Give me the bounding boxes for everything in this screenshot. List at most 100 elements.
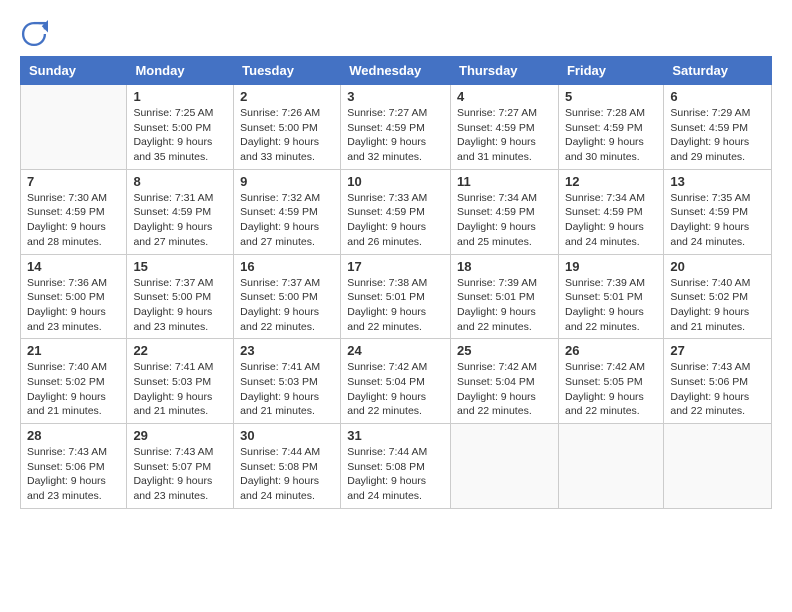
calendar-cell: 26 Sunrise: 7:42 AM Sunset: 5:05 PM Dayli… (558, 339, 663, 424)
day-number: 28 (27, 428, 120, 443)
calendar-cell: 22 Sunrise: 7:41 AM Sunset: 5:03 PM Dayli… (127, 339, 234, 424)
day-number: 17 (347, 259, 444, 274)
calendar-cell: 24Sunrise: 7:42 AM Sunset: 5:04 PM Dayli… (341, 339, 451, 424)
day-number: 20 (670, 259, 765, 274)
day-info: Sunrise: 7:42 AM Sunset: 5:04 PM Dayligh… (347, 360, 444, 419)
calendar-cell (664, 424, 772, 509)
calendar-cell: 23 Sunrise: 7:41 AM Sunset: 5:03 PM Dayli… (234, 339, 341, 424)
day-number: 27 (670, 343, 765, 358)
weekday-header-tuesday: Tuesday (234, 57, 341, 85)
day-number: 5 (565, 89, 657, 104)
day-info: Sunrise: 7:29 AM Sunset: 4:59 PM Dayligh… (670, 106, 765, 165)
weekday-header-saturday: Saturday (664, 57, 772, 85)
day-info: Sunrise: 7:39 AM Sunset: 5:01 PM Dayligh… (565, 276, 657, 335)
calendar-cell: 17 Sunrise: 7:38 AM Sunset: 5:01 PM Dayli… (341, 254, 451, 339)
calendar-cell: 15Sunrise: 7:37 AM Sunset: 5:00 PM Dayli… (127, 254, 234, 339)
calendar-cell: 29Sunrise: 7:43 AM Sunset: 5:07 PM Dayli… (127, 424, 234, 509)
day-number: 22 (133, 343, 227, 358)
calendar-cell (21, 85, 127, 170)
day-info: Sunrise: 7:41 AM Sunset: 5:03 PM Dayligh… (133, 360, 227, 419)
day-info: Sunrise: 7:44 AM Sunset: 5:08 PM Dayligh… (347, 445, 444, 504)
day-info: Sunrise: 7:43 AM Sunset: 5:06 PM Dayligh… (670, 360, 765, 419)
day-info: Sunrise: 7:28 AM Sunset: 4:59 PM Dayligh… (565, 106, 657, 165)
day-info: Sunrise: 7:41 AM Sunset: 5:03 PM Dayligh… (240, 360, 334, 419)
calendar-cell: 4Sunrise: 7:27 AM Sunset: 4:59 PM Daylig… (451, 85, 559, 170)
calendar-cell: 6 Sunrise: 7:29 AM Sunset: 4:59 PM Daylig… (664, 85, 772, 170)
calendar-cell: 2 Sunrise: 7:26 AM Sunset: 5:00 PM Daylig… (234, 85, 341, 170)
day-info: Sunrise: 7:33 AM Sunset: 4:59 PM Dayligh… (347, 191, 444, 250)
calendar-week-5: 28 Sunrise: 7:43 AM Sunset: 5:06 PM Dayli… (21, 424, 772, 509)
calendar-cell: 16Sunrise: 7:37 AM Sunset: 5:00 PM Dayli… (234, 254, 341, 339)
day-info: Sunrise: 7:34 AM Sunset: 4:59 PM Dayligh… (457, 191, 552, 250)
header (20, 20, 772, 48)
day-number: 23 (240, 343, 334, 358)
calendar-cell: 28 Sunrise: 7:43 AM Sunset: 5:06 PM Dayli… (21, 424, 127, 509)
calendar-cell: 14 Sunrise: 7:36 AM Sunset: 5:00 PM Dayli… (21, 254, 127, 339)
day-info: Sunrise: 7:37 AM Sunset: 5:00 PM Dayligh… (133, 276, 227, 335)
day-info: Sunrise: 7:27 AM Sunset: 4:59 PM Dayligh… (347, 106, 444, 165)
day-info: Sunrise: 7:36 AM Sunset: 5:00 PM Dayligh… (27, 276, 120, 335)
day-number: 1 (133, 89, 227, 104)
calendar-cell: 12Sunrise: 7:34 AM Sunset: 4:59 PM Dayli… (558, 169, 663, 254)
weekday-header-monday: Monday (127, 57, 234, 85)
calendar-week-3: 14 Sunrise: 7:36 AM Sunset: 5:00 PM Dayli… (21, 254, 772, 339)
calendar-cell: 21 Sunrise: 7:40 AM Sunset: 5:02 PM Dayli… (21, 339, 127, 424)
calendar-cell: 1 Sunrise: 7:25 AM Sunset: 5:00 PM Daylig… (127, 85, 234, 170)
day-number: 7 (27, 174, 120, 189)
day-info: Sunrise: 7:25 AM Sunset: 5:00 PM Dayligh… (133, 106, 227, 165)
day-number: 4 (457, 89, 552, 104)
weekday-header-friday: Friday (558, 57, 663, 85)
day-number: 14 (27, 259, 120, 274)
calendar-cell: 7 Sunrise: 7:30 AM Sunset: 4:59 PM Daylig… (21, 169, 127, 254)
day-number: 19 (565, 259, 657, 274)
calendar-cell: 25Sunrise: 7:42 AM Sunset: 5:04 PM Dayli… (451, 339, 559, 424)
day-info: Sunrise: 7:37 AM Sunset: 5:00 PM Dayligh… (240, 276, 334, 335)
calendar-cell (451, 424, 559, 509)
day-info: Sunrise: 7:40 AM Sunset: 5:02 PM Dayligh… (670, 276, 765, 335)
day-number: 26 (565, 343, 657, 358)
day-number: 10 (347, 174, 444, 189)
calendar-cell: 8 Sunrise: 7:31 AM Sunset: 4:59 PM Daylig… (127, 169, 234, 254)
calendar-cell: 18Sunrise: 7:39 AM Sunset: 5:01 PM Dayli… (451, 254, 559, 339)
day-info: Sunrise: 7:43 AM Sunset: 5:07 PM Dayligh… (133, 445, 227, 504)
day-info: Sunrise: 7:42 AM Sunset: 5:05 PM Dayligh… (565, 360, 657, 419)
day-info: Sunrise: 7:43 AM Sunset: 5:06 PM Dayligh… (27, 445, 120, 504)
calendar-cell: 5 Sunrise: 7:28 AM Sunset: 4:59 PM Daylig… (558, 85, 663, 170)
calendar-cell: 13 Sunrise: 7:35 AM Sunset: 4:59 PM Dayli… (664, 169, 772, 254)
calendar-cell: 3 Sunrise: 7:27 AM Sunset: 4:59 PM Daylig… (341, 85, 451, 170)
day-info: Sunrise: 7:40 AM Sunset: 5:02 PM Dayligh… (27, 360, 120, 419)
day-info: Sunrise: 7:31 AM Sunset: 4:59 PM Dayligh… (133, 191, 227, 250)
day-number: 13 (670, 174, 765, 189)
day-number: 8 (133, 174, 227, 189)
day-info: Sunrise: 7:30 AM Sunset: 4:59 PM Dayligh… (27, 191, 120, 250)
day-info: Sunrise: 7:26 AM Sunset: 5:00 PM Dayligh… (240, 106, 334, 165)
calendar-week-2: 7 Sunrise: 7:30 AM Sunset: 4:59 PM Daylig… (21, 169, 772, 254)
calendar-cell: 30 Sunrise: 7:44 AM Sunset: 5:08 PM Dayli… (234, 424, 341, 509)
calendar-cell: 10 Sunrise: 7:33 AM Sunset: 4:59 PM Dayli… (341, 169, 451, 254)
day-info: Sunrise: 7:42 AM Sunset: 5:04 PM Dayligh… (457, 360, 552, 419)
day-info: Sunrise: 7:32 AM Sunset: 4:59 PM Dayligh… (240, 191, 334, 250)
day-number: 2 (240, 89, 334, 104)
page-container: SundayMondayTuesdayWednesdayThursdayFrid… (20, 20, 772, 509)
day-number: 9 (240, 174, 334, 189)
day-number: 6 (670, 89, 765, 104)
day-number: 12 (565, 174, 657, 189)
day-info: Sunrise: 7:38 AM Sunset: 5:01 PM Dayligh… (347, 276, 444, 335)
calendar-cell (558, 424, 663, 509)
weekday-header-wednesday: Wednesday (341, 57, 451, 85)
calendar-cell: 31 Sunrise: 7:44 AM Sunset: 5:08 PM Dayli… (341, 424, 451, 509)
day-number: 21 (27, 343, 120, 358)
logo-icon (20, 20, 48, 48)
calendar-week-1: 1 Sunrise: 7:25 AM Sunset: 5:00 PM Daylig… (21, 85, 772, 170)
calendar-cell: 20 Sunrise: 7:40 AM Sunset: 5:02 PM Dayli… (664, 254, 772, 339)
day-info: Sunrise: 7:39 AM Sunset: 5:01 PM Dayligh… (457, 276, 552, 335)
calendar-header-row: SundayMondayTuesdayWednesdayThursdayFrid… (21, 57, 772, 85)
calendar-table: SundayMondayTuesdayWednesdayThursdayFrid… (20, 56, 772, 509)
day-info: Sunrise: 7:35 AM Sunset: 4:59 PM Dayligh… (670, 191, 765, 250)
weekday-header-sunday: Sunday (21, 57, 127, 85)
day-number: 31 (347, 428, 444, 443)
day-number: 30 (240, 428, 334, 443)
day-number: 3 (347, 89, 444, 104)
calendar-cell: 27 Sunrise: 7:43 AM Sunset: 5:06 PM Dayli… (664, 339, 772, 424)
day-info: Sunrise: 7:44 AM Sunset: 5:08 PM Dayligh… (240, 445, 334, 504)
